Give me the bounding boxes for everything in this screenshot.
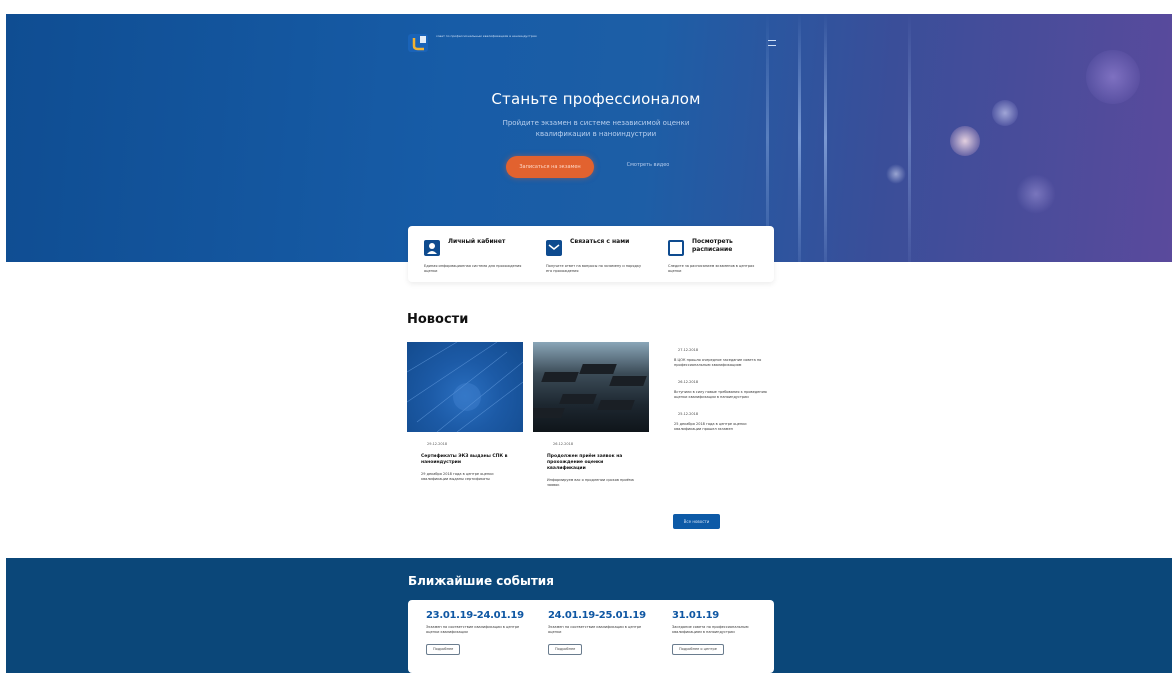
all-news-button[interactable]: Все новости	[673, 514, 720, 529]
hero-light-streak	[908, 14, 911, 262]
news-date: 25.12.2018	[678, 412, 699, 416]
news-excerpt: Информируем вас о продлении сроков приём…	[547, 478, 634, 487]
events-section-title: Ближайшие события	[408, 574, 554, 588]
news-image	[407, 342, 523, 432]
hero-bokeh-light	[1016, 174, 1056, 214]
quick-link-description: Получите ответ на вопросы по экзамену и …	[546, 264, 642, 273]
hero-bokeh-light	[1086, 50, 1140, 104]
mail-icon	[546, 240, 562, 256]
news-excerpt: 29 декабря 2018 года в центре оценки ква…	[421, 472, 494, 481]
event-details-button[interactable]: Подробнее	[426, 644, 461, 655]
enroll-exam-button[interactable]: Записаться на экзамен	[506, 156, 594, 178]
event-item: 24.01.19-25.01.19 Экзамен на соответстви…	[548, 610, 658, 655]
news-list: 27.12.2018 В ЦОК прошло очередное заседа…	[674, 348, 768, 444]
hero-bokeh-light	[992, 100, 1018, 126]
list-item[interactable]: 27.12.2018 В ЦОК прошло очередное заседа…	[674, 348, 768, 368]
site-logo-text[interactable]: совет по профессиональным квалификациям …	[436, 34, 556, 39]
event-details-button[interactable]: Подробнее о центре	[672, 644, 724, 655]
news-date: 29.12.2018	[427, 442, 448, 446]
event-date: 23.01.19-24.01.19	[426, 610, 524, 621]
user-icon	[424, 240, 440, 256]
event-description: Экзамен на соответствие квалификации в ц…	[426, 625, 520, 634]
event-item: 31.01.19 Заседание совета по профессиона…	[672, 610, 782, 655]
events-section: Ближайшие события 23.01.19-24.01.19 Экза…	[6, 558, 1172, 673]
hamburger-menu-icon[interactable]	[768, 40, 776, 46]
news-date: 26.12.2018	[553, 442, 574, 446]
hero-light-streak	[824, 14, 827, 262]
news-date: 26.12.2018	[678, 380, 699, 384]
hero-light-streak	[766, 14, 769, 262]
hero-light-streak	[798, 14, 801, 262]
news-card[interactable]: 29.12.2018 Сертификаты ЭКЗ выданы СПК в …	[407, 342, 523, 482]
list-item[interactable]: 25.12.2018 25 декабря 2018 года в центре…	[674, 412, 768, 432]
news-headline[interactable]: В ЦОК прошло очередное заседание совета …	[674, 358, 768, 368]
news-date: 27.12.2018	[678, 348, 699, 352]
event-description: Заседание совета по профессиональным ква…	[672, 625, 749, 634]
site-logo-icon[interactable]	[408, 32, 430, 52]
quick-link-description: Единая информационная система для прохож…	[424, 264, 522, 273]
quick-links-card: Личный кабинет Единая информационная сис…	[408, 226, 774, 282]
news-headline[interactable]: Продолжен приём заявок на прохождение оц…	[547, 454, 635, 472]
news-card[interactable]: 26.12.2018 Продолжен приём заявок на про…	[533, 342, 649, 488]
news-headline[interactable]: Сертификаты ЭКЗ выданы СПК в наноиндустр…	[421, 454, 509, 466]
hero-bokeh-light	[950, 126, 980, 156]
news-section-title: Новости	[407, 312, 469, 327]
event-date: 31.01.19	[672, 610, 719, 621]
hero-title: Станьте профессионалом	[491, 90, 701, 108]
watch-video-link[interactable]: Смотреть видео	[618, 162, 678, 172]
quick-link-title: Связаться с нами	[570, 238, 630, 245]
events-card: 23.01.19-24.01.19 Экзамен на соответстви…	[408, 600, 774, 673]
list-item[interactable]: 26.12.2018 Вступили в силу новые требова…	[674, 380, 768, 400]
news-headline[interactable]: Вступили в силу новые требования к прове…	[674, 390, 768, 400]
quick-link-description: Следите за расписанием экзаменов в центр…	[668, 264, 755, 273]
hero-banner: совет по профессиональным квалификациям …	[6, 14, 1172, 262]
event-description: Экзамен на соответствие квалификации в ц…	[548, 625, 642, 634]
page: совет по профессиональным квалификациям …	[0, 0, 1172, 673]
hero-subtitle: Пройдите экзамен в системе независимой о…	[502, 119, 690, 138]
event-date: 24.01.19-25.01.19	[548, 610, 646, 621]
calendar-icon	[668, 240, 684, 256]
event-item: 23.01.19-24.01.19 Экзамен на соответстви…	[426, 610, 536, 655]
event-details-button[interactable]: Подробнее	[548, 644, 583, 655]
news-image	[533, 342, 649, 432]
news-headline[interactable]: 25 декабря 2018 года в центре оценки ква…	[674, 422, 768, 432]
hero-bokeh-light	[886, 164, 906, 184]
quick-link-title: Посмотреть расписание	[692, 238, 733, 253]
quick-link-title: Личный кабинет	[448, 238, 506, 245]
